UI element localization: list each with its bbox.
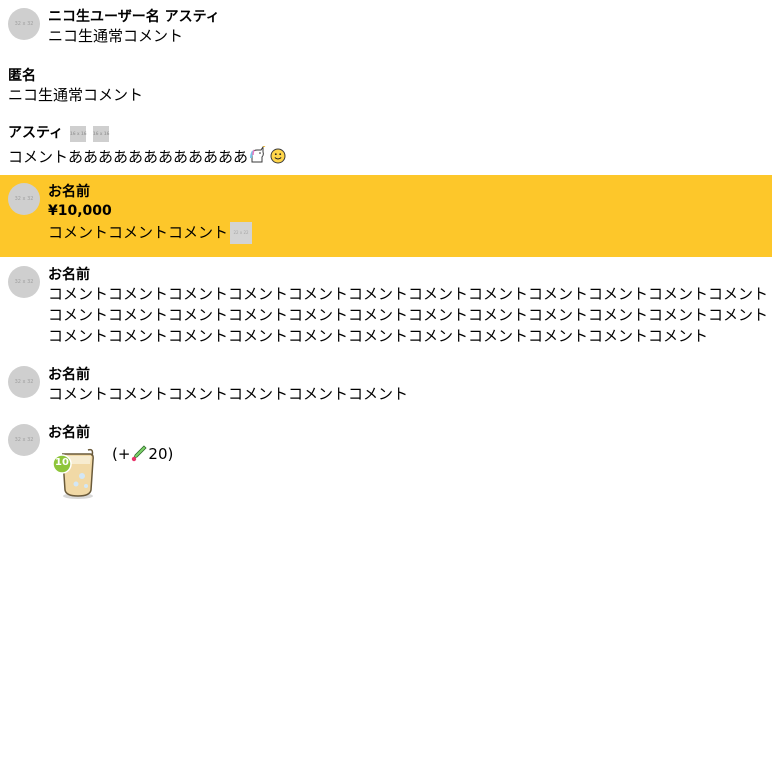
comment-author: お名前 xyxy=(48,184,90,200)
comment-item: 32 x 32 お名前 10 (+ 20) xyxy=(0,424,772,500)
avatar: 32 x 32 xyxy=(8,266,40,298)
comment-author: 匿名 xyxy=(8,68,36,84)
gift-row: 10 (+ 20) xyxy=(48,444,772,500)
user-badge-icon: 16 x 16 xyxy=(92,126,109,142)
smile-emoji-icon xyxy=(270,148,286,164)
comment-item: 32 x 32 ニコ生ユーザー名 アスティ ニコ生通常コメント xyxy=(0,8,772,47)
comment-item: 32 x 32 お名前 コメントコメントコメントコメントコメントコメントコメント… xyxy=(0,266,772,347)
gift-points: (+ 20) xyxy=(112,444,173,464)
gift-amount: ¥10,000 xyxy=(48,203,112,219)
comment-text: コメントコメントコメントコメントコメントコメントコメントコメントコメントコメント… xyxy=(48,285,769,345)
comment-text: コメントコメントコメントコメントコメントコメント xyxy=(48,385,409,403)
gift-cup-icon: 10 xyxy=(48,444,104,500)
comment-text: コメントコメントコメント xyxy=(48,223,229,242)
comment-author: アスティ xyxy=(8,125,64,141)
comment-author: ニコ生ユーザー名 アスティ xyxy=(48,9,220,25)
comment-item: 32 x 32 お名前 コメントコメントコメントコメントコメントコメント xyxy=(0,366,772,405)
unicorn-emoji-icon xyxy=(250,146,266,163)
comment-author: お名前 xyxy=(48,267,90,283)
comment-text-row: コメントああああああああああああ xyxy=(8,146,772,168)
user-badge-icon: 16 x 16 xyxy=(70,126,87,142)
gift-level-badge: 10 xyxy=(55,457,69,468)
comment-text: ニコ生通常コメント xyxy=(48,27,184,45)
avatar: 32 x 32 xyxy=(8,424,40,456)
avatar: 32 x 32 xyxy=(8,8,40,40)
comment-text: ニコ生通常コメント xyxy=(8,86,144,104)
comment-author: お名前 xyxy=(48,425,90,441)
comment-item: アスティ 16 x 16 16 x 16 コメントああああああああああああ xyxy=(0,124,772,168)
gift-points-value: 20) xyxy=(148,445,174,463)
stamp-image: 22 x 22 xyxy=(230,222,253,244)
comment-text-row: コメントコメントコメント 22 x 22 xyxy=(48,222,772,244)
comment-text: コメントああああああああああああ xyxy=(8,148,249,166)
comment-item: 匿名 ニコ生通常コメント xyxy=(0,67,772,106)
comment-author-row: アスティ 16 x 16 16 x 16 xyxy=(8,124,772,142)
comment-item-highlighted: 32 x 32 お名前 ¥10,000 コメントコメントコメント 22 x 22 xyxy=(0,175,772,257)
comment-author: お名前 xyxy=(48,367,90,383)
gift-points-prefix: (+ xyxy=(112,445,131,463)
avatar: 32 x 32 xyxy=(8,183,40,215)
pen-point-icon xyxy=(132,445,147,462)
avatar: 32 x 32 xyxy=(8,366,40,398)
